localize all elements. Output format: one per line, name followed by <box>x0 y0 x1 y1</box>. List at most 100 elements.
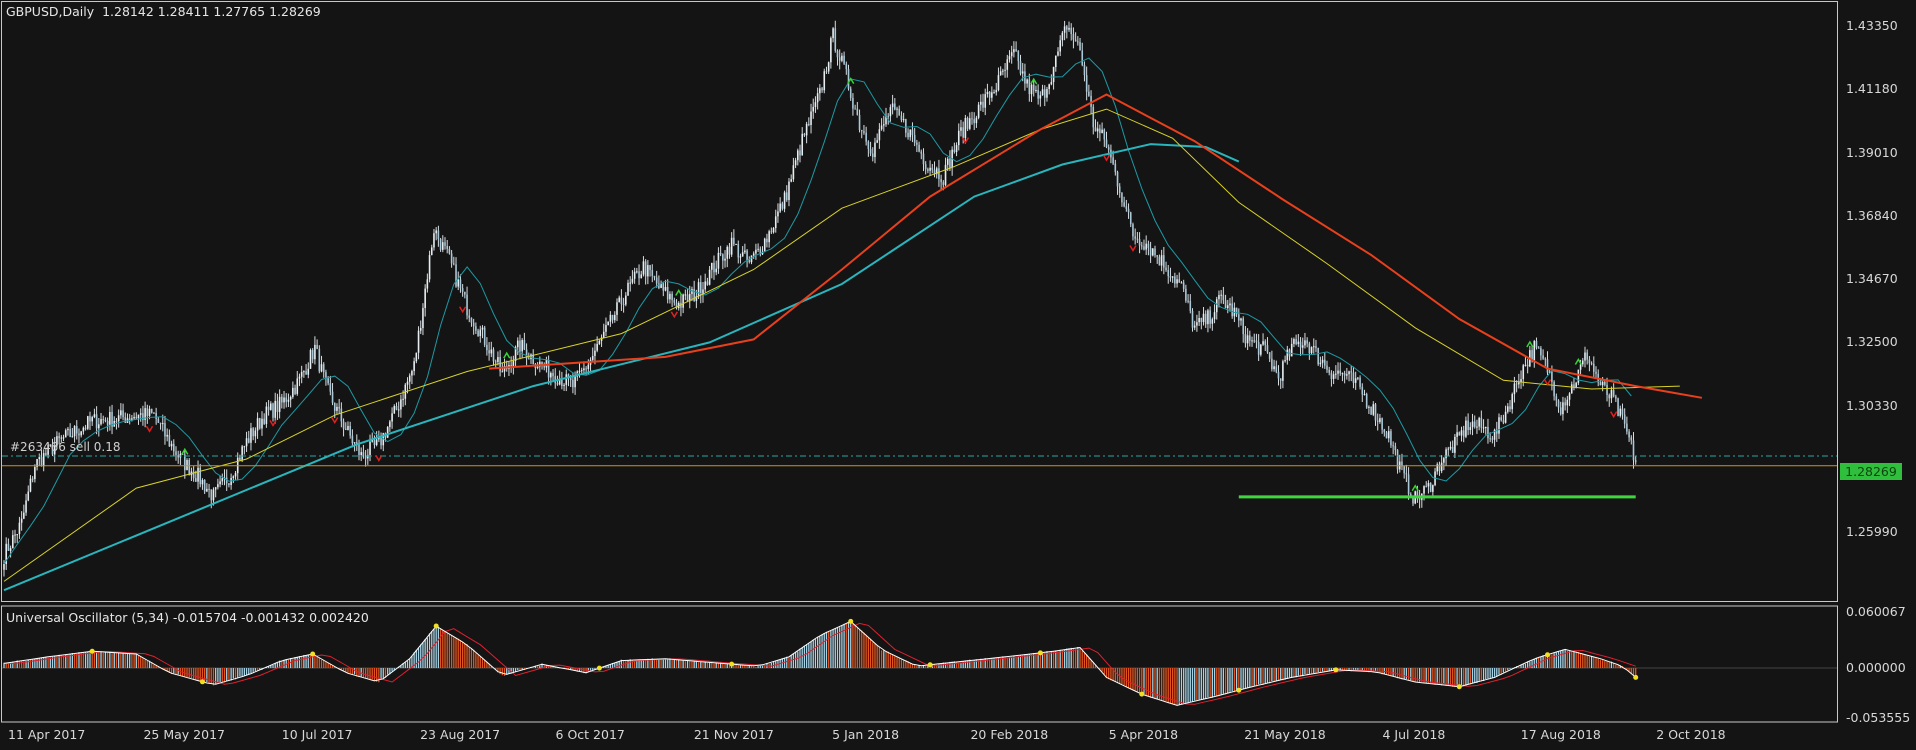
candle-body <box>1425 486 1428 488</box>
sell-signal-arrow <box>1102 154 1111 162</box>
x-tick-label: 10 Jul 2017 <box>281 727 353 742</box>
candle-body <box>1105 139 1108 148</box>
order-label[interactable]: #263466 sell 0.18 <box>10 440 121 454</box>
oscillator-signal-dot <box>927 662 933 668</box>
candle-body <box>640 274 643 279</box>
candle-body <box>1264 341 1267 346</box>
candle-body <box>1359 377 1361 387</box>
candle-body <box>1163 255 1165 268</box>
candle-body <box>314 344 316 360</box>
candle-body <box>278 396 281 412</box>
candle-body <box>1134 236 1136 239</box>
candle-body <box>1440 462 1443 472</box>
candle-body <box>1447 448 1450 450</box>
candle-body <box>788 181 790 201</box>
candle-body <box>1028 79 1031 95</box>
candle-body <box>1301 345 1304 348</box>
candle-body <box>995 90 998 93</box>
candle-body <box>276 400 279 412</box>
candle-body <box>329 383 332 392</box>
candle-body <box>408 375 411 382</box>
candle-body <box>197 467 199 482</box>
y-tick-label: 1.25990 <box>1846 524 1898 540</box>
candle-body <box>993 92 995 94</box>
candle-body <box>911 129 914 135</box>
candle-body <box>1251 340 1253 342</box>
candle-body <box>1489 438 1491 440</box>
candle-body <box>1319 362 1322 365</box>
candle-body <box>406 381 409 385</box>
candle-body <box>422 307 424 329</box>
candle-body <box>1335 373 1337 375</box>
candle-body <box>1339 370 1342 374</box>
current-price-box: 1.28269 <box>1840 463 1902 480</box>
candle-body <box>1260 344 1262 355</box>
candle-body <box>722 254 724 261</box>
candle-body <box>1632 440 1635 461</box>
candle-body <box>139 413 142 415</box>
candle-body <box>373 440 376 445</box>
candle-body <box>938 168 940 180</box>
candle-body <box>728 246 731 255</box>
candle-body <box>631 278 634 283</box>
symbol-label: GBPUSD,Daily <box>6 4 95 19</box>
candle-body <box>1343 373 1346 376</box>
candle-body <box>1132 224 1134 237</box>
candle-body <box>1469 427 1472 430</box>
candle-body <box>1473 421 1476 427</box>
candle-body <box>781 203 784 209</box>
candle-body <box>565 374 568 385</box>
candle-body <box>1363 394 1366 396</box>
candle-body <box>940 179 942 183</box>
candle-body <box>1032 84 1035 91</box>
candle-body <box>490 349 493 354</box>
candle-body <box>814 102 817 107</box>
candle-body <box>920 151 923 154</box>
candle-body <box>1312 346 1315 348</box>
candle-body <box>1083 64 1086 76</box>
candle-body <box>42 453 45 467</box>
buy-signal-arrow <box>503 351 511 359</box>
candle-body <box>924 164 927 170</box>
candle-body <box>1116 172 1119 187</box>
candle-body <box>256 418 259 431</box>
candle-body <box>909 129 912 138</box>
candle-body <box>1500 417 1502 421</box>
candle-body <box>1544 358 1547 360</box>
candle-body <box>887 115 890 117</box>
candle-body <box>968 118 971 129</box>
candle-body <box>60 437 63 439</box>
candle-body <box>497 357 499 363</box>
candle-body <box>1610 389 1613 399</box>
candle-body <box>1317 348 1319 365</box>
candle-body <box>845 63 848 70</box>
candle-body <box>1590 363 1593 365</box>
candle-body <box>413 361 415 372</box>
candle-body <box>243 446 246 448</box>
candle-body <box>717 252 720 269</box>
candle-body <box>1125 206 1128 209</box>
candle-body <box>918 144 920 152</box>
candle-body <box>755 249 757 254</box>
oscillator-tick-label: 0.000000 <box>1846 660 1906 676</box>
candle-body <box>1255 340 1258 343</box>
candle-body <box>9 548 12 551</box>
sell-signal-arrow <box>670 311 678 319</box>
candle-body <box>1182 282 1185 289</box>
price-chart[interactable] <box>0 0 1916 750</box>
candle-body <box>1039 95 1042 99</box>
candle-body <box>1293 339 1295 344</box>
candle-body <box>177 455 179 458</box>
candle-body <box>1566 399 1569 406</box>
candle-body <box>1533 340 1536 361</box>
candle-body <box>1240 318 1242 321</box>
candle-body <box>697 282 700 297</box>
candle-body <box>871 153 874 158</box>
candle-body <box>14 534 16 536</box>
sell-signal-arrow <box>1129 245 1137 252</box>
candle-body <box>263 418 265 424</box>
candle-body <box>1526 364 1529 367</box>
candle-body <box>808 123 810 126</box>
candle-body <box>62 437 65 439</box>
candle-body <box>73 426 76 437</box>
